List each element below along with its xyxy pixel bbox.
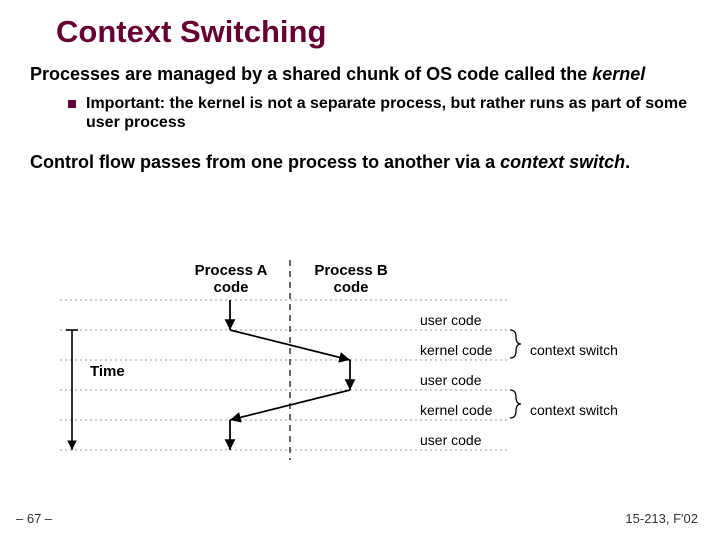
- slide-title: Context Switching: [0, 0, 720, 50]
- p1-kernel: kernel: [592, 64, 645, 84]
- paragraph-1: Processes are managed by a shared chunk …: [0, 50, 720, 86]
- paragraph-2: Control flow passes from one process to …: [0, 132, 720, 174]
- p2-text-a: Control flow passes from one process to …: [30, 152, 500, 172]
- context-switch-diagram: Process Acode Process Bcode Time user co…: [30, 260, 690, 500]
- p2-text-c: .: [625, 152, 630, 172]
- bullet-row-1: Important: the kernel is not a separate …: [0, 86, 720, 132]
- bullet-square-icon: [68, 100, 76, 108]
- p1-text: Processes are managed by a shared chunk …: [30, 64, 592, 84]
- footer-page-number: – 67 –: [16, 511, 52, 526]
- bullet-1-text: Important: the kernel is not a separate …: [86, 94, 690, 132]
- p2-context-switch: context switch: [500, 152, 625, 172]
- footer-course: 15-213, F'02: [625, 511, 698, 526]
- diagram-svg: [30, 260, 690, 500]
